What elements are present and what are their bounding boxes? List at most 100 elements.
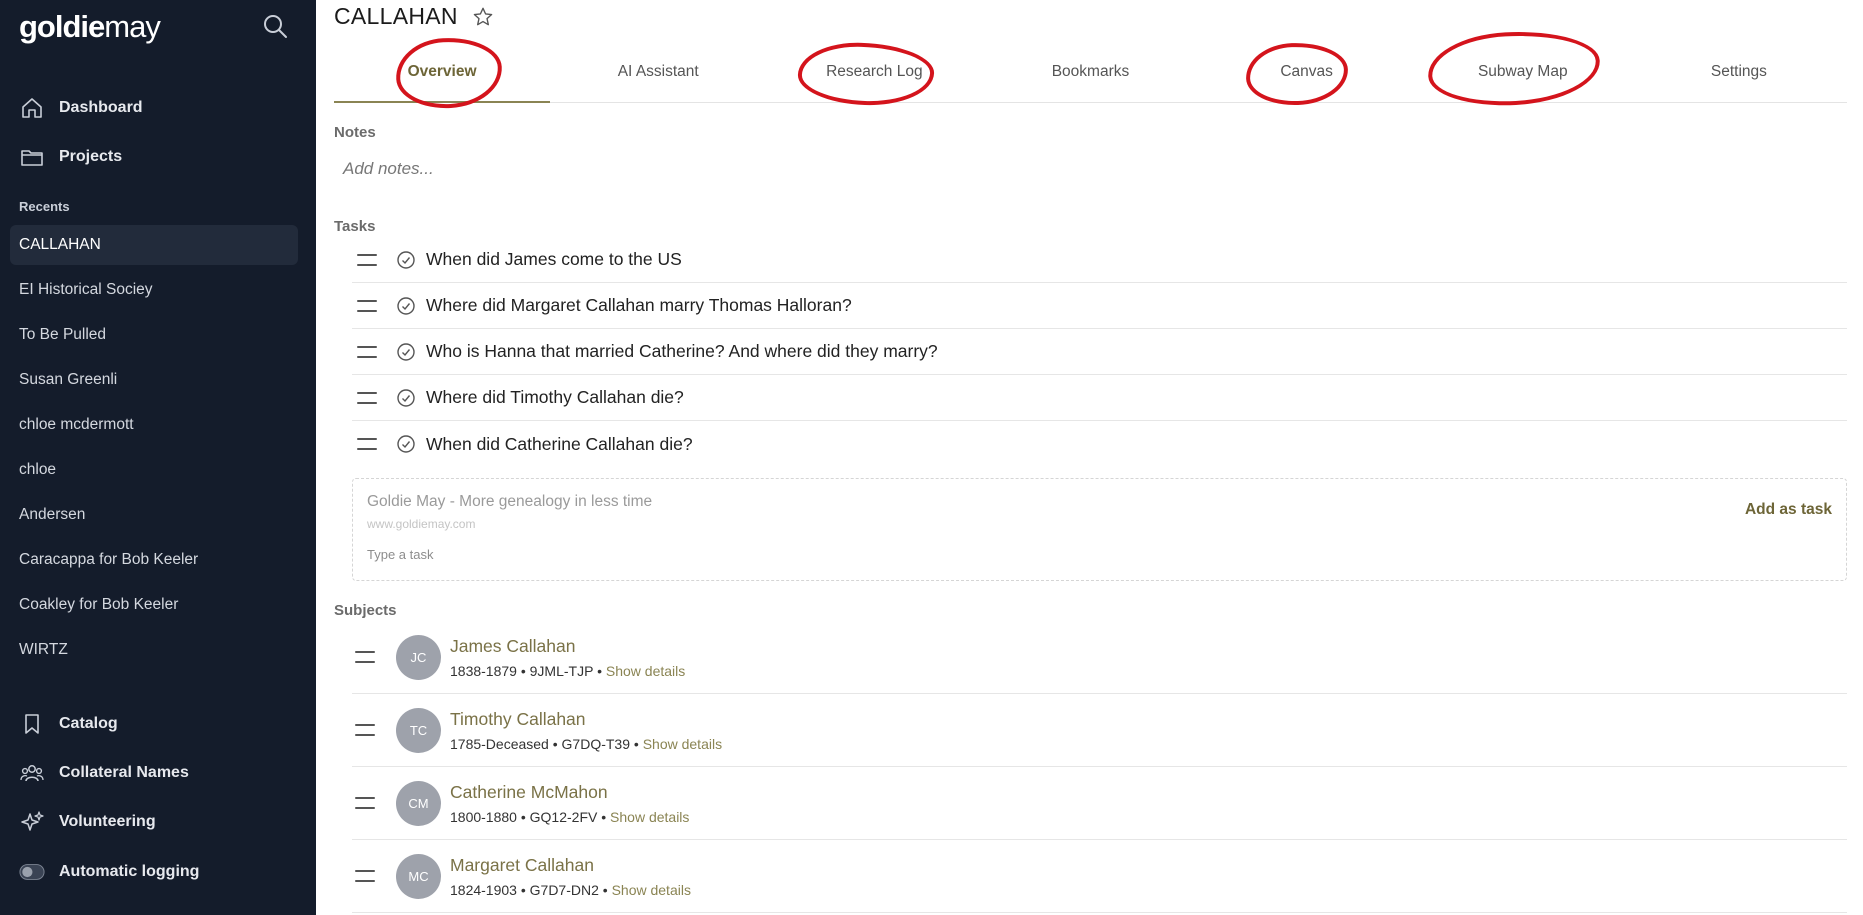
subject-years: 1800-1880 [450,808,517,825]
task-suggestion-url: www.goldiemay.com [367,517,476,531]
nav-dashboard[interactable]: Dashboard [19,92,143,124]
task-input[interactable]: Type a task [367,547,433,562]
drag-handle-icon[interactable] [357,438,377,450]
meta-separator: • [516,808,530,825]
tab-bar: Overview AI Assistant Research Log Bookm… [334,48,1847,103]
drag-handle-icon[interactable] [357,253,377,266]
recent-item[interactable]: Andersen [10,495,298,535]
tab-overview[interactable]: Overview [334,48,551,103]
subject-row: JC James Callahan 1838-1879 • 9JML-TJP •… [352,621,1847,694]
drag-handle-icon[interactable] [355,797,375,809]
check-circle-icon[interactable] [396,388,416,408]
recent-item[interactable]: chloe mcdermott [10,405,298,445]
subject-row: MC Margaret Callahan 1824-1903 • G7D7-DN… [352,840,1847,913]
recent-item[interactable]: EI Historical Sociey [10,270,298,310]
toggle-icon[interactable] [19,859,45,885]
avatar: CM [396,780,441,826]
avatar: JC [396,634,441,680]
people-icon [19,760,45,786]
recent-item[interactable]: To Be Pulled [10,315,298,355]
subject-name[interactable]: James Callahan [450,636,685,657]
check-circle-icon[interactable] [396,342,416,362]
subject-id: 9JML-TJP [529,662,594,679]
subject-meta: 1800-1880 • GQ12-2FV • Show details [450,809,689,825]
nav-volunteering[interactable]: Volunteering [19,806,156,838]
recent-item[interactable]: WIRTZ [10,630,298,670]
show-details-link[interactable]: Show details [610,809,689,825]
meta-separator: • [593,662,606,679]
home-icon [19,95,45,121]
recents-heading: Recents [19,199,70,214]
nav-catalog-label: Catalog [59,715,118,732]
subject-years: 1785-Deceased [450,735,549,752]
drag-handle-icon[interactable] [357,345,377,358]
recent-item[interactable]: Coakley for Bob Keeler [10,585,298,625]
tab-canvas[interactable]: Canvas [1199,48,1415,102]
nav-projects-label: Projects [59,148,123,165]
subject-row: CM Catherine McMahon 1800-1880 • GQ12-2F… [352,767,1847,840]
subject-name[interactable]: Margaret Callahan [450,855,691,876]
tasks-heading: Tasks [334,218,376,235]
task-row: Who is Hanna that married Catherine? And… [352,329,1847,375]
subject-id: G7DQ-T39 [561,735,631,752]
avatar: TC [396,707,441,753]
subject-years: 1838-1879 [450,662,517,679]
tab-settings[interactable]: Settings [1631,48,1847,102]
nav-automatic-logging[interactable]: Automatic logging [19,856,199,888]
recent-item[interactable]: chloe [10,450,298,490]
check-circle-icon[interactable] [396,250,416,270]
nav-collateral-names-label: Collateral Names [59,764,189,781]
task-text[interactable]: Who is Hanna that married Catherine? And… [426,341,938,362]
check-circle-icon[interactable] [396,434,416,454]
goldiemay-logo[interactable]: goldiemay [19,9,161,45]
task-text[interactable]: When did Catherine Callahan die? [426,434,693,455]
new-task-box: Goldie May - More genealogy in less time… [352,478,1847,581]
meta-separator: • [516,662,530,679]
task-suggestion-title: Goldie May - More genealogy in less time [367,493,653,510]
drag-handle-icon[interactable] [357,391,377,404]
meta-separator: • [548,735,562,752]
drag-handle-icon[interactable] [355,724,375,736]
drag-handle-icon[interactable] [357,299,377,312]
notes-input[interactable]: Add notes... [343,159,434,179]
drag-handle-icon[interactable] [355,651,375,663]
task-text[interactable]: Where did Margaret Callahan marry Thomas… [426,295,852,316]
subject-row: TC Timothy Callahan 1785-Deceased • G7DQ… [352,694,1847,767]
bookmark-icon [19,711,45,737]
show-details-link[interactable]: Show details [606,663,685,679]
subject-info: James Callahan 1838-1879 • 9JML-TJP • Sh… [450,636,685,679]
subject-name[interactable]: Timothy Callahan [450,709,722,730]
tab-subway-map[interactable]: Subway Map [1415,48,1631,102]
show-details-link[interactable]: Show details [612,882,691,898]
add-as-task-button[interactable]: Add as task [1745,501,1832,519]
check-circle-icon[interactable] [396,296,416,316]
recent-item[interactable]: CALLAHAN [10,225,298,265]
nav-dashboard-label: Dashboard [59,99,143,116]
recent-item[interactable]: Caracappa for Bob Keeler [10,540,298,580]
avatar: MC [396,853,441,899]
tab-bookmarks[interactable]: Bookmarks [982,48,1198,102]
task-row: When did James come to the US [352,237,1847,283]
task-row: Where did Margaret Callahan marry Thomas… [352,283,1847,329]
meta-separator: • [597,808,611,825]
subject-info: Margaret Callahan 1824-1903 • G7D7-DN2 •… [450,855,691,898]
star-icon[interactable] [472,6,494,28]
subject-meta: 1838-1879 • 9JML-TJP • Show details [450,663,685,679]
nav-catalog[interactable]: Catalog [19,708,118,740]
subject-id: GQ12-2FV [529,808,598,825]
nav-collateral-names[interactable]: Collateral Names [19,757,189,789]
search-icon[interactable] [262,13,288,39]
page-title: CALLAHAN [334,3,458,29]
drag-handle-icon[interactable] [355,870,375,882]
recent-item[interactable]: Susan Greenli [10,360,298,400]
notes-heading: Notes [334,124,376,141]
show-details-link[interactable]: Show details [643,736,722,752]
task-text[interactable]: When did James come to the US [426,249,682,270]
tab-ai-assistant[interactable]: AI Assistant [550,48,766,102]
tab-research-log[interactable]: Research Log [766,48,982,102]
subject-name[interactable]: Catherine McMahon [450,782,689,803]
nav-projects[interactable]: Projects [19,141,122,173]
meta-separator: • [516,881,530,898]
task-text[interactable]: Where did Timothy Callahan die? [426,387,684,408]
folder-icon [19,144,45,170]
